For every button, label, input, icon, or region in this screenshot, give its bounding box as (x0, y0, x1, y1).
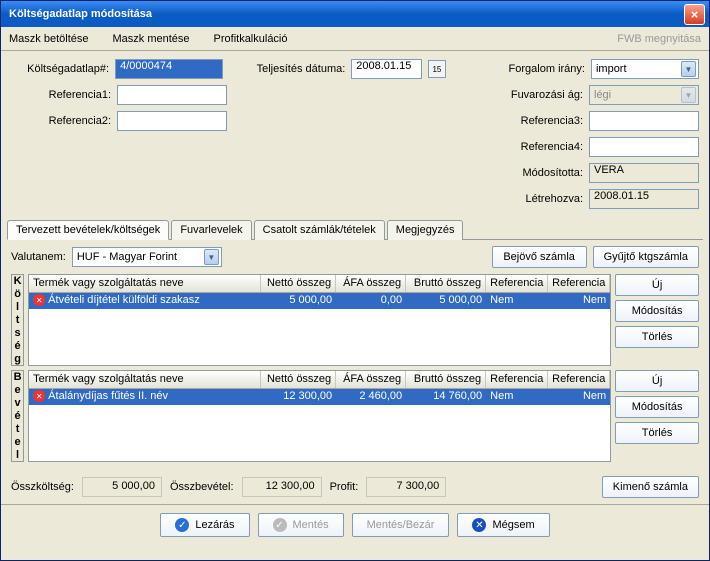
tab-panel-planned: Valutanem: HUF - Magyar Forint ▼ Bejövő … (7, 239, 703, 470)
chevron-down-icon: ▼ (204, 249, 219, 265)
label-ref3: Referencia3: (488, 115, 583, 127)
menu-mask-load[interactable]: Maszk betöltése (9, 33, 88, 45)
rev-row[interactable]: ✕Átalánydíjas fűtés II. név 12 300,00 2 … (29, 389, 610, 405)
col-vat: ÁFA összeg (336, 371, 406, 388)
save-close-button: Mentés/Bezár (352, 513, 450, 537)
menu-profit-calc[interactable]: Profitkalkuláció (214, 33, 288, 45)
sheetno-field[interactable]: 4/0000474 (115, 59, 223, 79)
close-icon: ✕ (472, 518, 486, 532)
revenue-grid[interactable]: Termék vagy szolgáltatás neve Nettó össz… (28, 370, 611, 462)
menu-bar: Maszk betöltése Maszk mentése Profitkalk… (1, 27, 709, 51)
col-name: Termék vagy szolgáltatás neve (29, 275, 261, 292)
col-gross: Bruttó összeg (406, 275, 486, 292)
col-net: Nettó összeg (261, 275, 336, 292)
dialog-buttons: ✓Lezárás ✓Mentés Mentés/Bezár ✕Mégsem (1, 504, 709, 545)
cancel-button[interactable]: ✕Mégsem (457, 513, 549, 537)
direction-value: import (596, 63, 627, 75)
currency-value: HUF - Magyar Forint (77, 251, 177, 263)
outgoing-invoice-button[interactable]: Kimenő számla (602, 476, 699, 498)
created-field: 2008.01.15 (589, 189, 699, 209)
col-refa: Referencia (486, 371, 548, 388)
col-name: Termék vagy szolgáltatás neve (29, 371, 261, 388)
rev-edit-button[interactable]: Módosítás (615, 396, 699, 418)
direction-combo[interactable]: import ▼ (591, 59, 699, 79)
ref4-field[interactable] (589, 137, 699, 157)
col-vat: ÁFA összeg (336, 275, 406, 292)
ref2-field[interactable] (117, 111, 227, 131)
save-button: ✓Mentés (258, 513, 344, 537)
rev-delete-button[interactable]: Törlés (615, 422, 699, 444)
incoming-invoice-button[interactable]: Bejövő számla (492, 246, 587, 268)
label-total-rev: Összbevétel: (170, 481, 234, 493)
label-modby: Módosította: (488, 167, 583, 179)
total-rev-value: 12 300,00 (242, 477, 322, 497)
close-ok-button[interactable]: ✓Lezárás (160, 513, 249, 537)
modby-field: VERA (589, 163, 699, 183)
tab-note[interactable]: Megjegyzés (387, 220, 464, 240)
label-currency: Valutanem: (11, 251, 66, 263)
label-ref4: Referencia4: (488, 141, 583, 153)
title-bar: Költségadatlap módosítása × (1, 1, 709, 27)
delete-icon: ✕ (33, 294, 45, 306)
currency-combo[interactable]: HUF - Magyar Forint ▼ (72, 247, 222, 267)
collect-invoice-button[interactable]: Gyűjtő ktgszámla (593, 246, 699, 268)
col-refa: Referencia (486, 275, 548, 292)
label-branch: Fuvarozási ág: (488, 89, 583, 101)
branch-combo: légi ▼ (589, 85, 699, 105)
cost-grid[interactable]: Termék vagy szolgáltatás neve Nettó össz… (28, 274, 611, 366)
cost-new-button[interactable]: Új (615, 274, 699, 296)
totals-row: Összköltség: 5 000,00 Összbevétel: 12 30… (1, 470, 709, 504)
cost-delete-button[interactable]: Törlés (615, 326, 699, 348)
col-gross: Bruttó összeg (406, 371, 486, 388)
label-profit: Profit: (330, 481, 359, 493)
cost-edit-button[interactable]: Módosítás (615, 300, 699, 322)
cost-side-label: Költség (11, 274, 24, 366)
chevron-down-icon: ▼ (681, 87, 696, 103)
ref1-field[interactable] (117, 85, 227, 105)
date-field[interactable]: 2008.01.15 (351, 59, 422, 79)
profit-value: 7 300,00 (366, 477, 446, 497)
total-cost-value: 5 000,00 (82, 477, 162, 497)
tab-strip: Tervezett bevételek/költségek Fuvarlevel… (1, 220, 709, 240)
tab-invoices[interactable]: Csatolt számlák/tételek (254, 220, 385, 240)
col-net: Nettó összeg (261, 371, 336, 388)
tab-waybills[interactable]: Fuvarlevelek (171, 220, 251, 240)
label-direction: Forgalom irány: (492, 63, 585, 75)
window-title: Költségadatlap módosítása (9, 8, 684, 20)
branch-value: légi (594, 89, 611, 101)
label-ref1: Referencia1: (11, 89, 111, 101)
delete-icon: ✕ (33, 390, 45, 402)
label-ref2: Referencia2: (11, 115, 111, 127)
ref3-field[interactable] (589, 111, 699, 131)
chevron-down-icon: ▼ (681, 61, 696, 77)
check-icon: ✓ (273, 518, 287, 532)
date-picker-icon[interactable]: 15 (428, 60, 446, 78)
label-sheetno: Költségadatlap#: (11, 63, 109, 75)
rev-side-label: Bevétel (11, 370, 24, 462)
close-button[interactable]: × (684, 4, 705, 25)
label-date: Teljesítés dátuma: (247, 63, 345, 75)
col-refb: Referencia (548, 371, 610, 388)
form-area: Költségadatlap#: 4/0000474 Teljesítés dá… (1, 51, 709, 219)
cost-row[interactable]: ✕Átvételi díjtétel külföldi szakasz 5 00… (29, 293, 610, 309)
label-total-cost: Összköltség: (11, 481, 74, 493)
check-icon: ✓ (175, 518, 189, 532)
label-created: Létrehozva: (488, 193, 583, 205)
cost-sheet-dialog: Költségadatlap módosítása × Maszk betölt… (0, 0, 710, 561)
menu-fwb-open: FWB megnyitása (617, 33, 701, 45)
col-refb: Referencia (548, 275, 610, 292)
rev-new-button[interactable]: Új (615, 370, 699, 392)
menu-mask-save[interactable]: Maszk mentése (112, 33, 189, 45)
tab-planned[interactable]: Tervezett bevételek/költségek (7, 220, 169, 240)
